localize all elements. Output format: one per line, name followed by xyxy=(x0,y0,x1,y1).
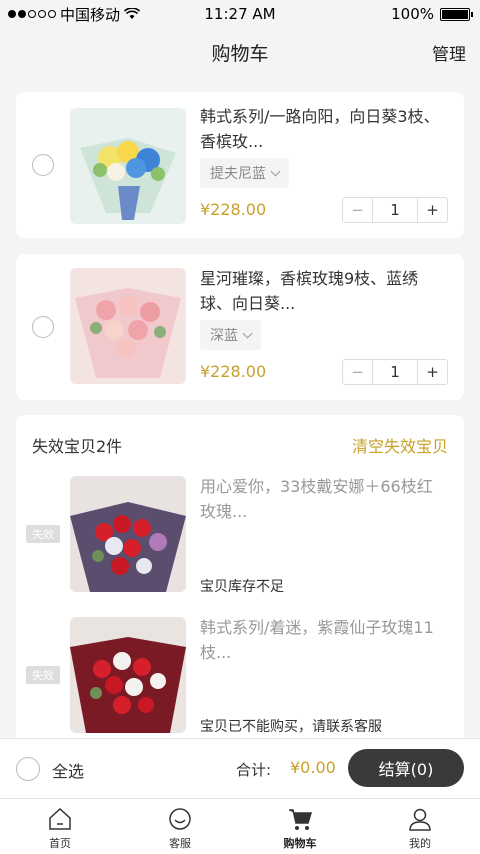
quantity-stepper: − 1 + xyxy=(342,359,448,385)
page-title: 购物车 xyxy=(211,42,269,65)
product-image[interactable] xyxy=(70,476,186,592)
invalid-reason: 宝贝库存不足 xyxy=(200,579,284,595)
select-all-label[interactable]: 全选 xyxy=(52,758,84,782)
product-image[interactable] xyxy=(70,108,186,224)
cart-item: 星河璀璨，香槟玫瑰9枝、蓝绣球、向日葵... 深蓝 ¥228.00 − 1 + xyxy=(16,254,464,400)
tab-home[interactable]: 首页 xyxy=(0,799,120,854)
minus-button[interactable]: − xyxy=(343,360,373,384)
invalid-header: 失效宝贝2件 清空失效宝贝 xyxy=(32,433,448,457)
home-icon xyxy=(49,807,71,830)
service-icon xyxy=(169,808,191,830)
product-title[interactable]: 韩式系列/一路向阳，向日葵3枝、香槟玫... xyxy=(200,104,448,154)
spec-selector[interactable]: 提夫尼蓝 xyxy=(200,158,289,188)
tab-service[interactable]: 客服 xyxy=(120,799,240,854)
status-bar: 中国移动 11:27 AM 100% xyxy=(0,0,480,28)
battery-percent: 100% xyxy=(391,5,434,23)
spec-label: 提夫尼蓝 xyxy=(210,166,266,182)
manage-button[interactable]: 管理 xyxy=(432,40,466,65)
checkout-button[interactable]: 结算(0) xyxy=(348,749,464,787)
clear-invalid-button[interactable]: 清空失效宝贝 xyxy=(352,433,448,457)
invalid-items-section: 失效宝贝2件 清空失效宝贝 失效 用心爱你，33枝戴安娜＋66枝红玫瑰... 宝… xyxy=(16,415,464,755)
total-label: 合计: xyxy=(236,761,272,779)
item-checkbox[interactable] xyxy=(32,316,54,338)
select-all-checkbox[interactable] xyxy=(16,757,40,781)
invalid-badge: 失效 xyxy=(26,525,60,543)
product-image[interactable] xyxy=(70,268,186,384)
quantity-value[interactable]: 1 xyxy=(373,198,417,222)
plus-button[interactable]: + xyxy=(417,360,447,384)
spec-selector[interactable]: 深蓝 xyxy=(200,320,261,350)
cart-icon xyxy=(289,809,313,830)
tab-profile[interactable]: 我的 xyxy=(360,799,480,854)
product-title[interactable]: 星河璀璨，香槟玫瑰9枝、蓝绣球、向日葵... xyxy=(200,266,448,316)
chevron-down-icon xyxy=(270,166,281,176)
item-checkbox[interactable] xyxy=(32,154,54,176)
invalid-count-title: 失效宝贝2件 xyxy=(32,437,123,456)
invalid-product-title[interactable]: 韩式系列/着迷，紫霞仙子玫瑰11枝... xyxy=(200,615,448,665)
quantity-stepper: − 1 + xyxy=(342,197,448,223)
minus-button[interactable]: − xyxy=(343,198,373,222)
nav-bar: 购物车 管理 xyxy=(0,28,480,76)
checkout-bar: 全选 合计: ¥0.00 结算(0) xyxy=(0,738,480,798)
plus-button[interactable]: + xyxy=(417,198,447,222)
battery-info: 100% xyxy=(391,5,473,23)
quantity-value[interactable]: 1 xyxy=(373,360,417,384)
spec-label: 深蓝 xyxy=(210,328,238,344)
invalid-badge: 失效 xyxy=(26,666,60,684)
user-icon xyxy=(409,808,431,831)
tab-label: 客服 xyxy=(169,837,191,850)
total-amount: ¥0.00 xyxy=(290,758,336,777)
tab-label: 首页 xyxy=(49,837,71,850)
invalid-product-title[interactable]: 用心爱你，33枝戴安娜＋66枝红玫瑰... xyxy=(200,474,448,524)
tab-label: 我的 xyxy=(409,837,431,850)
battery-icon xyxy=(440,7,473,21)
product-image[interactable] xyxy=(70,617,186,733)
tab-cart[interactable]: 购物车 xyxy=(240,799,360,854)
product-price: ¥228.00 xyxy=(200,362,267,381)
invalid-reason: 宝贝已不能购买，请联系客服 xyxy=(200,719,382,735)
cart-item: 韩式系列/一路向阳，向日葵3枝、香槟玫... 提夫尼蓝 ¥228.00 − 1 … xyxy=(16,92,464,238)
tab-bar: 首页 客服 购物车 我的 xyxy=(0,798,480,854)
chevron-down-icon xyxy=(242,328,253,338)
product-price: ¥228.00 xyxy=(200,200,267,219)
tab-label: 购物车 xyxy=(283,837,317,850)
